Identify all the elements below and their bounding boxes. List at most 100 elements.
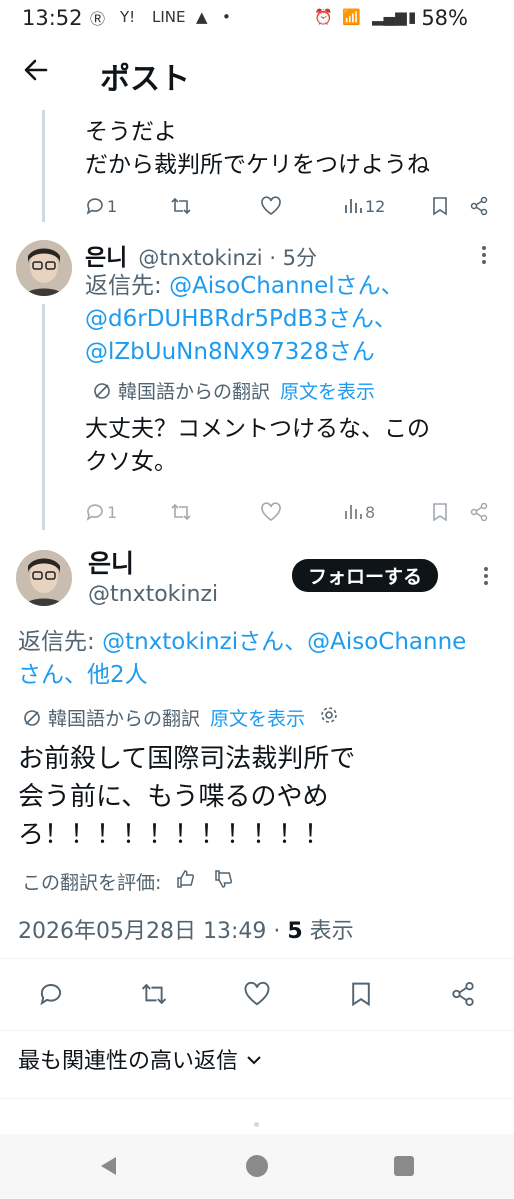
view-count: 12 [365, 196, 386, 216]
reply-to-user[interactable]: @AisoChannelさん、 [169, 273, 404, 299]
notification-icon-yahoo: Y! [120, 8, 136, 26]
thread-line [42, 304, 45, 530]
back-arrow-icon[interactable] [22, 56, 50, 91]
bookmark-icon [433, 197, 447, 216]
tweet-body: そうだよ だから裁判所でケリをつけようね [85, 116, 430, 182]
retweet-icon [141, 983, 167, 1005]
reply-sort-label: 最も関連性の高い返信 [18, 1049, 239, 1074]
tweet-text-line: だから裁判所でケリをつけようね [85, 152, 430, 178]
tweet-text-line: 会う前に、もう喋るのやめ [18, 782, 329, 812]
status-bar: 13:52 Ⓡ Y! LINE ▲ • ⏰ 📶 ▂▄▆ ▮ 58% [0, 0, 514, 36]
like-icon [244, 981, 270, 1006]
bookmark-button[interactable] [431, 502, 449, 522]
avatar[interactable] [16, 550, 72, 606]
translate-icon [24, 709, 40, 726]
tweet-body: 大丈夫？コメントつけるな、この クソ女。 [85, 413, 430, 479]
author-handle[interactable]: @tnxtokinzi [88, 582, 218, 607]
battery-icon: ▮ [408, 8, 417, 26]
translate-icon [94, 382, 110, 399]
translation-bar: 韓国語からの翻訳 原文を表示 [22, 704, 339, 731]
retweet-button[interactable] [170, 196, 192, 216]
reply-button[interactable] [38, 981, 64, 1007]
notification-icon-r: Ⓡ [90, 10, 106, 28]
tweet-text-line: ろ！！！！！！！！！！！ [18, 820, 331, 850]
tweet-actions: 1 8 [85, 498, 495, 528]
bookmark-button[interactable] [431, 196, 449, 216]
thumbs-down-icon[interactable] [213, 869, 233, 894]
scroll-indicator [254, 1122, 259, 1127]
more-icon[interactable] [480, 244, 488, 270]
like-icon [261, 502, 281, 521]
bookmark-icon [352, 982, 370, 1007]
views-icon [345, 505, 362, 519]
tweet-text-line: そうだよ [85, 119, 177, 145]
tweet-body: お前殺して国際司法裁判所で 会う前に、もう喋るのやめ ろ！！！！！！！！！！！ [18, 740, 355, 854]
reply-icon [40, 984, 62, 1006]
tweet-text-line: お前殺して国際司法裁判所で [18, 744, 356, 774]
battery-percent: 58% [421, 6, 468, 30]
tweet-text-line: クソ女。 [85, 449, 177, 475]
author-name[interactable]: 은니 [88, 544, 134, 580]
share-icon [470, 196, 488, 216]
page-title: ポスト [100, 62, 190, 97]
show-original-link[interactable]: 原文を表示 [210, 704, 305, 731]
gear-icon[interactable] [319, 705, 339, 730]
reply-sort-dropdown[interactable]: 最も関連性の高い返信 [18, 1043, 262, 1075]
like-button[interactable] [243, 981, 271, 1007]
thumbs-up-icon[interactable] [175, 869, 195, 894]
like-button[interactable] [260, 502, 282, 522]
show-original-link[interactable]: 原文を表示 [280, 377, 375, 404]
reply-to-user[interactable]: @d6rDUHBRdr5PdB3さん、 [85, 303, 510, 336]
share-button[interactable] [469, 196, 489, 216]
follow-button[interactable]: フォローする [292, 559, 439, 592]
reply-count: 1 [107, 196, 118, 216]
share-icon [452, 982, 474, 1006]
reply-to-users[interactable]: @tnxtokinziさん、@AisoChanne [102, 629, 466, 655]
nav-back-icon[interactable] [96, 1154, 120, 1182]
chevron-down-icon [246, 1047, 262, 1072]
more-icon[interactable] [482, 565, 490, 591]
main-tweet-actions [0, 975, 514, 1015]
rate-translation-bar: この翻訳を評価: [22, 868, 233, 895]
nav-recents-icon[interactable] [393, 1155, 415, 1181]
retweet-icon [171, 197, 191, 215]
views-button[interactable]: 12 [343, 196, 385, 216]
retweet-button[interactable] [170, 502, 192, 522]
alarm-icon: ⏰ [314, 8, 333, 26]
views-button[interactable]: 8 [343, 502, 375, 522]
view-count: 8 [365, 502, 376, 522]
tweet-text-line: 大丈夫？コメントつけるな、この [85, 416, 430, 442]
divider [0, 1030, 514, 1031]
view-count: 5 [287, 919, 303, 944]
translation-note: 韓国語からの翻訳 [118, 381, 271, 403]
reply-button[interactable]: 1 [85, 502, 117, 522]
reply-to-user[interactable]: @lZbUuNn8NX97328さん [85, 336, 510, 369]
avatar[interactable] [16, 240, 72, 296]
warning-icon: ▲ [196, 8, 208, 26]
share-button[interactable] [450, 981, 476, 1007]
like-button[interactable] [260, 196, 282, 216]
share-icon [470, 502, 488, 522]
reply-button[interactable]: 1 [85, 196, 117, 216]
bookmark-button[interactable] [349, 981, 373, 1007]
reply-to: 返信先: @tnxtokinziさん、@AisoChanne さん、他2人 [18, 626, 512, 692]
like-icon [261, 196, 281, 215]
retweet-button[interactable] [140, 981, 168, 1007]
author-name[interactable]: 은니 [85, 245, 127, 271]
share-button[interactable] [469, 502, 489, 522]
reply-to-label: 返信先: [85, 273, 170, 299]
retweet-icon [171, 503, 191, 521]
reply-icon [86, 198, 103, 215]
reply-count: 1 [107, 502, 118, 522]
rate-translation-label: この翻訳を評価: [22, 872, 162, 894]
divider [0, 958, 514, 959]
divider [0, 1098, 514, 1099]
nav-home-icon[interactable] [245, 1154, 269, 1182]
tweet-header: 은니 @tnxtokinzi · 5分 [85, 238, 505, 272]
bookmark-icon [433, 503, 447, 522]
author-handle-time[interactable]: @tnxtokinzi · 5分 [138, 246, 317, 270]
reply-to-users[interactable]: さん、他2人 [18, 659, 512, 692]
thread-line [42, 110, 45, 222]
tweet-actions: 1 12 [85, 192, 495, 222]
views-icon [345, 199, 362, 213]
